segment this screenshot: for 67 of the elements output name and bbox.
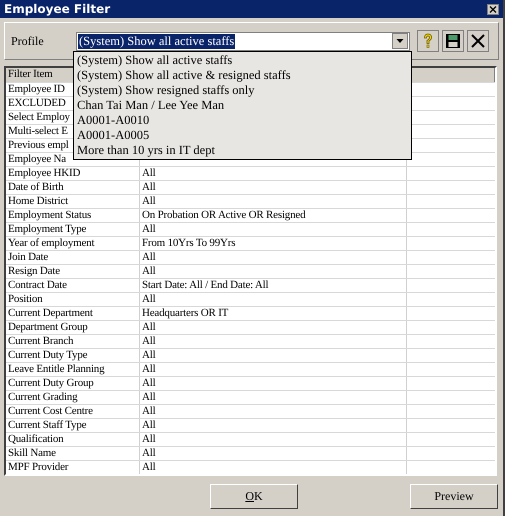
table-cell: Leave Entitle Planning bbox=[8, 363, 104, 375]
table-cell: All bbox=[140, 377, 407, 390]
dropdown-option[interactable]: (System) Show resigned staffs only bbox=[74, 83, 411, 98]
table-cell: All bbox=[140, 363, 407, 376]
table-cell: Employee Na bbox=[8, 153, 66, 165]
table-cell: Qualification bbox=[8, 433, 64, 445]
table-cell: Skill Name bbox=[8, 447, 56, 459]
table-cell: Date of Birth bbox=[8, 181, 64, 193]
table-cell: Resign Date bbox=[8, 265, 60, 277]
table-cell: All bbox=[140, 433, 407, 446]
table-cell: Employee ID bbox=[8, 83, 65, 95]
dropdown-option[interactable]: (System) Show all active staffs bbox=[74, 53, 411, 68]
table-cell: All bbox=[140, 335, 407, 348]
table-cell: Current Department bbox=[8, 307, 93, 319]
table-cell: All bbox=[140, 349, 407, 362]
profile-label: Profile bbox=[11, 34, 45, 48]
table-cell: All bbox=[140, 251, 407, 264]
help-icon[interactable] bbox=[417, 30, 439, 52]
dropdown-option[interactable]: (System) Show all active & resigned staffs bbox=[74, 68, 411, 83]
table-cell: All bbox=[140, 461, 407, 474]
table-cell: Multi-select E bbox=[8, 125, 68, 137]
table-cell: Start Date: All / End Date: All bbox=[140, 279, 407, 292]
table-cell: All bbox=[140, 419, 407, 432]
table-cell: All bbox=[140, 181, 407, 194]
window-title: Employee Filter bbox=[4, 2, 110, 16]
table-cell: Current Grading bbox=[8, 391, 78, 403]
table-cell: EXCLUDED bbox=[8, 97, 66, 109]
table-cell: All bbox=[140, 321, 407, 334]
ok-button[interactable]: OK bbox=[210, 484, 298, 509]
dropdown-option[interactable]: Chan Tai Man / Lee Yee Man bbox=[74, 98, 411, 113]
table-cell: All bbox=[140, 293, 407, 306]
table-cell: MPF Provider bbox=[8, 461, 68, 473]
close-icon[interactable] bbox=[467, 30, 489, 52]
table-cell: Employee HKID bbox=[8, 167, 80, 179]
table-cell: Join Date bbox=[8, 251, 48, 263]
table-cell: Home District bbox=[8, 195, 68, 207]
table-cell: Current Duty Type bbox=[8, 349, 88, 361]
preview-button[interactable]: Preview bbox=[410, 484, 498, 509]
table-cell: Current Cost Centre bbox=[8, 405, 93, 417]
table-cell: Employment Status bbox=[8, 209, 92, 221]
dropdown-option[interactable]: A0001-A0010 bbox=[74, 113, 411, 128]
table-cell: All bbox=[140, 391, 407, 404]
table-cell: Position bbox=[8, 293, 42, 305]
table-cell: Year of employment bbox=[8, 237, 94, 249]
table-cell: All bbox=[140, 265, 407, 278]
table-cell: Headquarters OR IT bbox=[140, 307, 407, 320]
table-cell: All bbox=[140, 447, 407, 460]
close-icon[interactable] bbox=[487, 4, 499, 14]
table-cell: Contract Date bbox=[8, 279, 67, 291]
dropdown-option[interactable]: A0001-A0005 bbox=[74, 128, 411, 143]
table-cell: Current Branch bbox=[8, 335, 74, 347]
table-cell: Select Employ bbox=[8, 111, 70, 123]
table-cell: Employment Type bbox=[8, 223, 86, 235]
table-cell: Current Staff Type bbox=[8, 419, 86, 431]
profile-dropdown[interactable]: (System) Show all active staffs bbox=[76, 32, 410, 50]
table-cell: All bbox=[140, 195, 407, 208]
save-icon[interactable] bbox=[442, 30, 464, 52]
table-cell: Previous empl bbox=[8, 139, 69, 151]
dropdown-option[interactable]: More than 10 yrs in IT dept bbox=[74, 143, 411, 158]
table-cell: Current Duty Group bbox=[8, 377, 94, 389]
table-cell: On Probation OR Active OR Resigned bbox=[140, 209, 407, 222]
table-cell: All bbox=[140, 405, 407, 418]
table-cell: From 10Yrs To 99Yrs bbox=[140, 237, 407, 250]
table-cell: Department Group bbox=[8, 321, 88, 333]
column-header[interactable]: Filter Item bbox=[8, 68, 53, 80]
table-cell: All bbox=[140, 223, 407, 236]
table-cell: All bbox=[140, 167, 407, 180]
